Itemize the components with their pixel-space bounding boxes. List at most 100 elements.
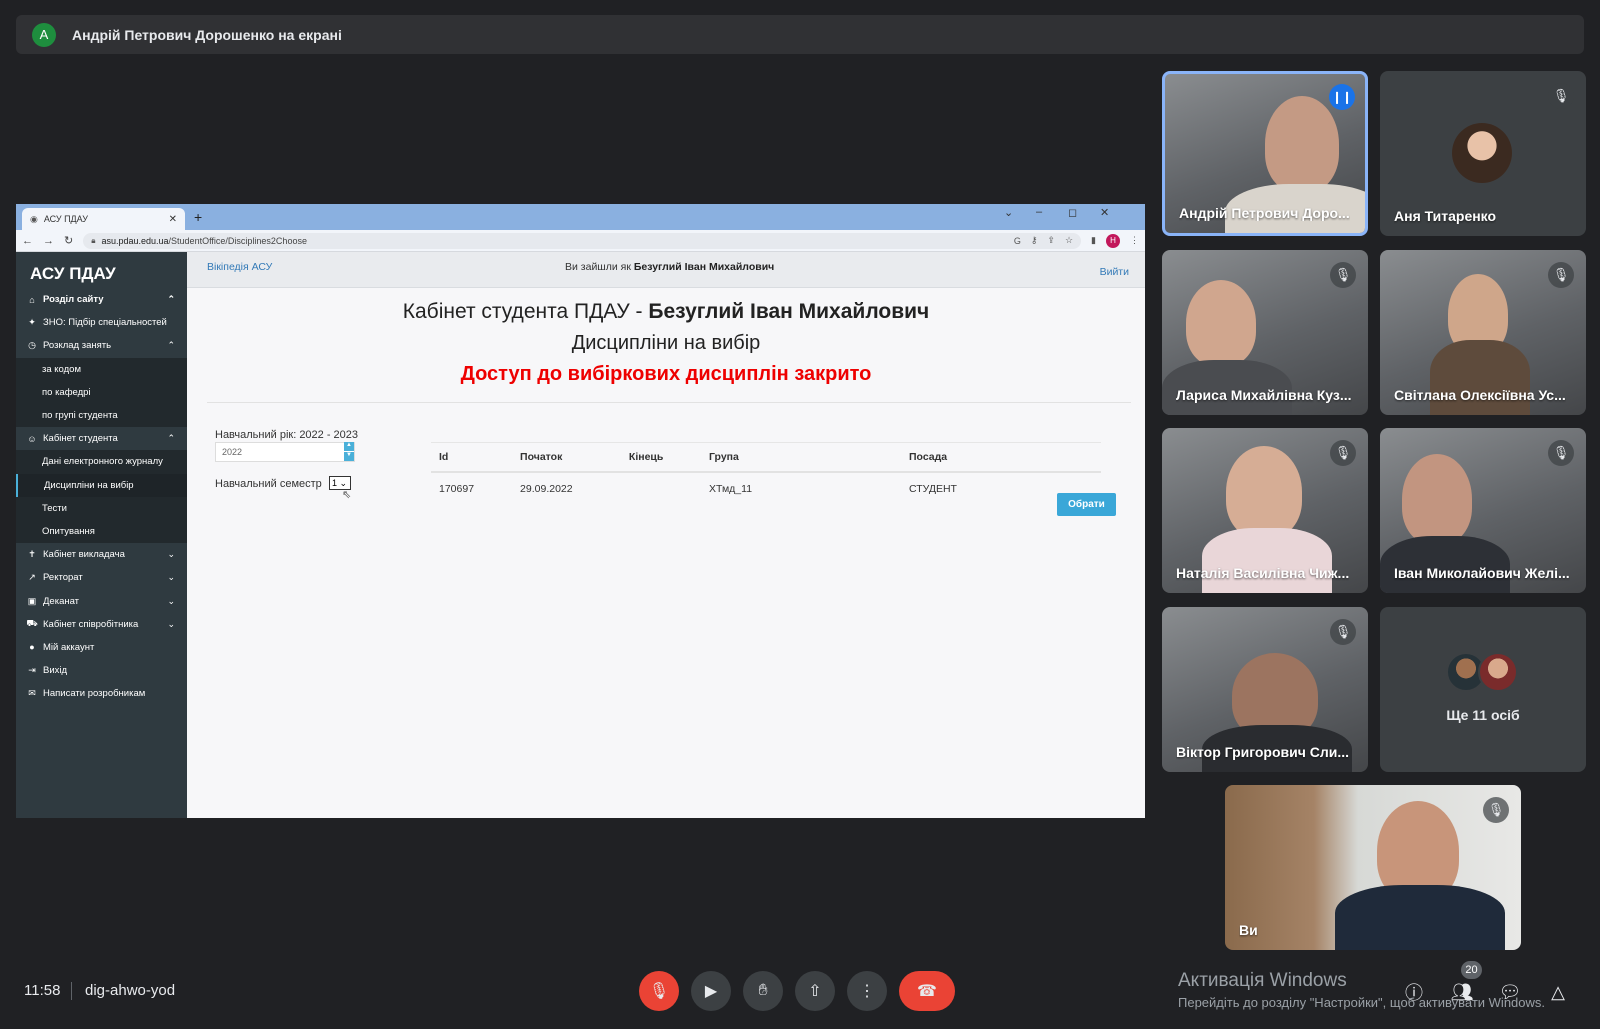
sidebar-item-label: Вихід: [43, 665, 68, 677]
new-tab-icon[interactable]: +: [194, 209, 202, 225]
sidebar-item[interactable]: ✉ Написати розробникам: [16, 682, 187, 705]
browser-tab-strip: ◉ АСУ ПДАУ ✕ + ⌄ – ◻ ✕: [16, 204, 1145, 230]
more-vert-icon: ⋮: [859, 983, 875, 1000]
self-tile[interactable]: 🎙︎ Ви: [1225, 785, 1521, 950]
participant-tile[interactable]: 🎙︎ Віктор Григорович Сли...: [1162, 607, 1368, 772]
chevron-up-icon: ⌃: [167, 294, 175, 305]
participant-tile[interactable]: 🎙︎ Аня Титаренко: [1380, 71, 1586, 236]
sidebar-item-label: Кабінет студента: [43, 433, 118, 445]
mouse-cursor-icon: ⇖: [342, 489, 352, 501]
meeting-info-icon[interactable]: ⓘ: [1400, 978, 1428, 1006]
star-icon[interactable]: ☆: [1065, 235, 1073, 246]
sidebar-item[interactable]: ● Мій аккаунт: [16, 636, 187, 659]
chat-icon[interactable]: 💬︎: [1496, 978, 1524, 1006]
sidebar-item[interactable]: ⛟ Кабінет співробітника ⌄: [16, 613, 187, 636]
web-page: АСУ ПДАУ ⌂ Розділ сайту ⌃ ✦ ЗНО: Підбір спец…: [16, 252, 1145, 818]
sidebar-item-label: Опитування: [42, 525, 95, 537]
presenter-avatar: A: [32, 22, 56, 47]
sidebar-item[interactable]: ◷ Розклад занять ⌃: [16, 334, 187, 357]
site-sidebar: АСУ ПДАУ ⌂ Розділ сайту ⌃ ✦ ЗНО: Підбір спец…: [16, 252, 187, 818]
logout-link[interactable]: Вийти: [1100, 266, 1129, 278]
sidebar-item[interactable]: ✦ ЗНО: Підбір спеціальностей: [16, 311, 187, 334]
browser-tab[interactable]: ◉ АСУ ПДАУ ✕: [22, 208, 185, 230]
camera-toggle-button[interactable]: ▶: [691, 971, 731, 1011]
more-options-button[interactable]: ⋮: [847, 971, 887, 1011]
participant-tile[interactable]: 🎙︎ Лариса Михайлівна Куз...: [1162, 250, 1368, 415]
participant-video: [1186, 280, 1256, 366]
sidebar-item[interactable]: Дані електронного журналу: [16, 450, 187, 474]
sidebar-item[interactable]: ☺ Кабінет студента ⌃: [16, 427, 187, 450]
disciplines-table: Id Початок Кінець Група Посада 170697 29.09.2…: [431, 442, 1101, 505]
year-stepper[interactable]: ▲ ▼: [344, 442, 354, 462]
column-header: Посада: [901, 442, 1101, 473]
participant-tile[interactable]: 🎙︎ Наталія Василівна Чиж...: [1162, 428, 1368, 593]
participant-tile[interactable]: 🎙︎ Іван Миколайович Желі...: [1380, 428, 1586, 593]
sidebar-item[interactable]: ✝ Кабінет викладача ⌄: [16, 543, 187, 566]
sidebar-item-label: по групі студента: [42, 410, 118, 422]
logged-in-prefix: Ви зайшли як: [565, 261, 631, 273]
people-icon[interactable]: 👥︎: [1448, 978, 1476, 1006]
participant-name: Аня Титаренко: [1394, 208, 1497, 224]
shared-screen: ◉ АСУ ПДАУ ✕ + ⌄ – ◻ ✕ ← → ↻ 🔒︎ asu.pdau…: [16, 204, 1145, 818]
wiki-link[interactable]: Вікіпедія АСУ: [207, 261, 272, 273]
mic-toggle-button[interactable]: 🎙︎: [639, 971, 679, 1011]
choose-button[interactable]: Обрати: [1057, 493, 1116, 516]
column-header: Початок: [512, 442, 621, 473]
maximize-icon[interactable]: ◻: [1068, 206, 1077, 219]
more-participants-tile[interactable]: Ще 11 осіб: [1380, 607, 1586, 772]
present-icon: ⇧: [808, 983, 822, 1000]
key-icon[interactable]: ⚷: [1031, 235, 1038, 246]
activities-icon[interactable]: △: [1544, 978, 1572, 1006]
participant-video-body: [1430, 340, 1530, 415]
forward-icon[interactable]: →: [43, 235, 54, 247]
raise-hand-button[interactable]: ✋︎: [743, 971, 783, 1011]
table-body: 170697 29.09.2022 ХТмд_11 СТУДЕНТ: [431, 472, 1101, 505]
sidebar-item[interactable]: ↗ Ректорат ⌄: [16, 566, 187, 589]
clock: 11:58: [24, 982, 61, 999]
site-topbar: Вікіпедія АСУ Ви зайшли як Безуглий Іван…: [187, 252, 1145, 288]
reload-icon[interactable]: ↻: [64, 234, 73, 247]
page-title: Кабінет студента ПДАУ - Безуглий Іван Ми…: [187, 300, 1145, 324]
camera-icon: ▶: [704, 983, 718, 1000]
sidebar-item[interactable]: Тести: [16, 496, 187, 520]
sidebar-item[interactable]: Опитування: [16, 519, 187, 544]
academic-year-input[interactable]: 2022: [215, 442, 355, 462]
present-screen-button[interactable]: ⇧: [795, 971, 835, 1011]
stepper-up-icon[interactable]: ▲: [344, 442, 354, 451]
sidebar-item[interactable]: ▣ Деканат ⌄: [16, 589, 187, 612]
close-tab-icon[interactable]: ✕: [169, 214, 177, 225]
participant-tile[interactable]: 🎙︎ Світлана Олексіївна Ус...: [1380, 250, 1586, 415]
chart-icon: ↗: [28, 572, 36, 583]
people-count-badge: 20: [1461, 961, 1482, 979]
close-window-icon[interactable]: ✕: [1100, 206, 1109, 219]
mic-off-icon: 🎙︎: [1548, 440, 1574, 466]
sidebar-item[interactable]: ⌂ Розділ сайту ⌃: [16, 288, 187, 311]
participant-video: [1265, 96, 1339, 192]
leave-call-button[interactable]: ☎︎: [899, 971, 955, 1011]
profile-avatar[interactable]: Н: [1106, 233, 1120, 248]
back-icon[interactable]: ←: [22, 235, 33, 247]
table-row: 170697 29.09.2022 ХТмд_11 СТУДЕНТ: [431, 472, 1101, 505]
logged-in-name: Безуглий Іван Михайлович: [633, 261, 775, 273]
column-header: Id: [431, 442, 513, 473]
share-icon[interactable]: ⇪: [1047, 235, 1055, 246]
menu-dots-icon[interactable]: ⋮: [1130, 235, 1139, 246]
chevron-down-icon[interactable]: ⌄: [1004, 206, 1013, 219]
google-icon[interactable]: G: [1014, 236, 1021, 246]
sidebar-item[interactable]: по кафедрі: [16, 380, 187, 404]
sidebar-item[interactable]: по групі студента: [16, 403, 187, 428]
url-field[interactable]: 🔒︎ asu.pdau.edu.ua/StudentOffice/Discipl…: [83, 232, 1082, 249]
minimize-icon[interactable]: –: [1036, 206, 1042, 218]
logged-in-as: Ви зайшли як Безуглий Іван Михайлович: [565, 261, 774, 273]
sidebar-item[interactable]: ⇥ Вихід: [16, 659, 187, 682]
participant-name: Світлана Олексіївна Ус...: [1394, 387, 1566, 403]
participant-tile[interactable]: ❙❙ Андрій Петрович Доро...: [1162, 71, 1368, 236]
sidebar-item[interactable]: за кодом: [16, 357, 187, 381]
stepper-down-icon[interactable]: ▼: [344, 452, 354, 461]
sidebar-item[interactable]: Дисципліни на вибір: [16, 473, 187, 497]
table-header-row: Id Початок Кінець Група Посада: [431, 442, 1101, 473]
lock-icon: 🔒︎: [91, 235, 96, 245]
side-panel-icon[interactable]: ▮: [1091, 235, 1096, 246]
chevron-up-icon: ⌃: [167, 433, 175, 444]
mic-off-icon: 🎙︎: [1548, 83, 1574, 109]
